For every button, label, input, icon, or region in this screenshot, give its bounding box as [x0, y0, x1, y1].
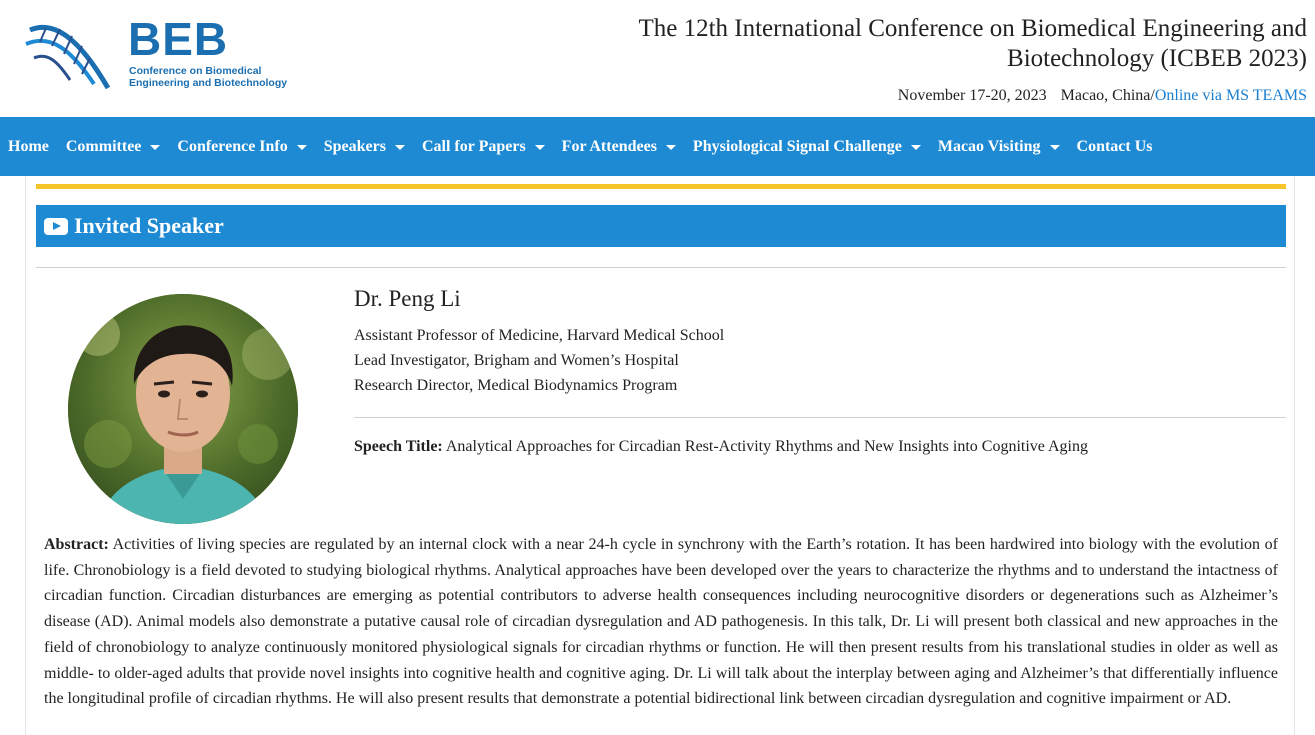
conference-title: The 12th International Conference on Bio… [638, 15, 1307, 72]
logo-subtitle: Conference on Biomedical Engineering and… [129, 65, 288, 89]
conference-location: Macao, China/ [1060, 87, 1155, 104]
speaker-photo [68, 294, 298, 524]
nav-label: Contact Us [1076, 137, 1153, 155]
caret-down-icon [665, 144, 676, 150]
site-header: BEB Conference on Biomedical Engineering… [0, 0, 1315, 117]
nav-label: Conference Info [177, 137, 288, 155]
section-header: Invited Speaker [36, 205, 1286, 247]
speaker-name: Dr. Peng Li [354, 286, 461, 311]
abstract-label: Abstract: [44, 536, 109, 553]
divider [36, 267, 1286, 268]
caret-down-icon [150, 144, 161, 150]
caret-down-icon [1049, 144, 1060, 150]
speaker-affiliation: Lead Investigator, Brigham and Women’s H… [354, 352, 679, 369]
speaker-affiliation: Assistant Professor of Medicine, Harvard… [354, 327, 725, 344]
nav-label: For Attendees [561, 137, 657, 155]
abstract-text: Activities of living species are regulat… [44, 536, 1278, 708]
logo-wordmark: BEB [128, 13, 229, 65]
nav-label: Speakers [323, 137, 386, 155]
conference-meta: November 17-20, 2023 Macao, China/Online … [898, 87, 1307, 105]
youtube-play-icon [44, 217, 68, 235]
nav-committee[interactable]: Committee [66, 138, 161, 156]
caret-down-icon [394, 144, 405, 150]
divider [354, 417, 1286, 418]
content-card: Invited Speaker Dr. Peng Li Assistant Pr… [25, 176, 1295, 735]
nav-label: Macao Visiting [937, 137, 1041, 155]
nav-home[interactable]: Home [8, 138, 49, 156]
speech-title-label: Speech Title: [354, 438, 443, 455]
nav-label: Call for Papers [421, 137, 526, 155]
abstract: Abstract: Activities of living species a… [44, 532, 1278, 712]
main-navigation: Home Committee Conference Info Speakers … [0, 117, 1315, 176]
nav-physiological-signal-challenge[interactable]: Physiological Signal Challenge [693, 138, 921, 156]
speech-title: Speech Title: Analytical Approaches for … [354, 438, 1088, 456]
nav-macao-visiting[interactable]: Macao Visiting [938, 138, 1060, 156]
caret-down-icon [534, 144, 545, 150]
speaker-affiliation: Research Director, Medical Biodynamics P… [354, 377, 678, 394]
site-logo[interactable]: BEB Conference on Biomedical Engineering… [24, 13, 287, 94]
caret-down-icon [910, 144, 921, 150]
nav-label: Home [8, 137, 49, 155]
dna-helix-icon [25, 24, 111, 90]
nav-contact-us[interactable]: Contact Us [1077, 138, 1153, 156]
speech-title-text: Analytical Approaches for Circadian Rest… [445, 438, 1088, 455]
conference-date: November 17-20, 2023 [897, 87, 1047, 104]
nav-label: Physiological Signal Challenge [692, 137, 902, 155]
nav-label: Committee [65, 137, 142, 155]
section-title: Invited Speaker [74, 213, 224, 238]
caret-down-icon [296, 144, 307, 150]
nav-for-attendees[interactable]: For Attendees [562, 138, 676, 156]
nav-conference-info[interactable]: Conference Info [177, 137, 307, 156]
accent-bar [36, 184, 1286, 189]
online-teams-link[interactable]: Online via MS TEAMS [1155, 87, 1307, 104]
nav-speakers[interactable]: Speakers [324, 138, 405, 156]
nav-call-for-papers[interactable]: Call for Papers [422, 138, 545, 156]
